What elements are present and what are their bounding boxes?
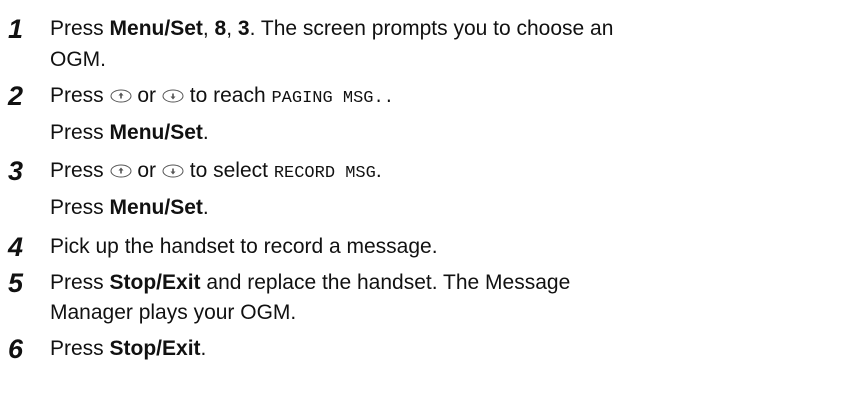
step-number: 4 <box>8 232 24 262</box>
navigation-up-arrow-icon <box>110 164 132 178</box>
lcd-display-text: RECORD MSG <box>273 164 376 183</box>
step-number: 6 <box>8 334 24 364</box>
step-text-continued: Press Menu/Set. <box>50 121 209 144</box>
step-text: Pick up the handset to record a message. <box>50 235 438 258</box>
step-text: Press or to reach PAGING MSG.. <box>50 84 394 108</box>
navigation-down-arrow-icon <box>162 89 184 103</box>
step-text: Press or to select RECORD MSG. <box>50 159 382 183</box>
menu-set-key: Menu/Set <box>109 196 203 219</box>
step-number: 5 <box>8 268 24 298</box>
stop-exit-key: Stop/Exit <box>109 271 201 294</box>
key-8: 8 <box>214 17 227 40</box>
navigation-up-arrow-icon <box>110 89 132 103</box>
step-number: 2 <box>8 81 24 111</box>
navigation-down-arrow-icon <box>162 164 184 178</box>
step-text: Press Stop/Exit and replace the handset.… <box>50 271 571 294</box>
stop-exit-key: Stop/Exit <box>109 337 201 360</box>
step-text-continued: Press Menu/Set. <box>50 196 209 219</box>
step-text: Press Stop/Exit. <box>50 337 207 360</box>
menu-set-key: Menu/Set <box>109 121 203 144</box>
step-number: 1 <box>8 14 24 44</box>
key-3: 3 <box>237 17 250 40</box>
step-number: 3 <box>8 156 24 186</box>
step-text-continued: OGM. <box>50 48 106 71</box>
menu-set-key: Menu/Set <box>109 17 203 40</box>
lcd-display-text: PAGING MSG.. <box>271 89 394 108</box>
step-text-continued: Manager plays your OGM. <box>50 301 297 324</box>
step-text: Press Menu/Set, 8, 3. The screen prompts… <box>50 17 614 40</box>
